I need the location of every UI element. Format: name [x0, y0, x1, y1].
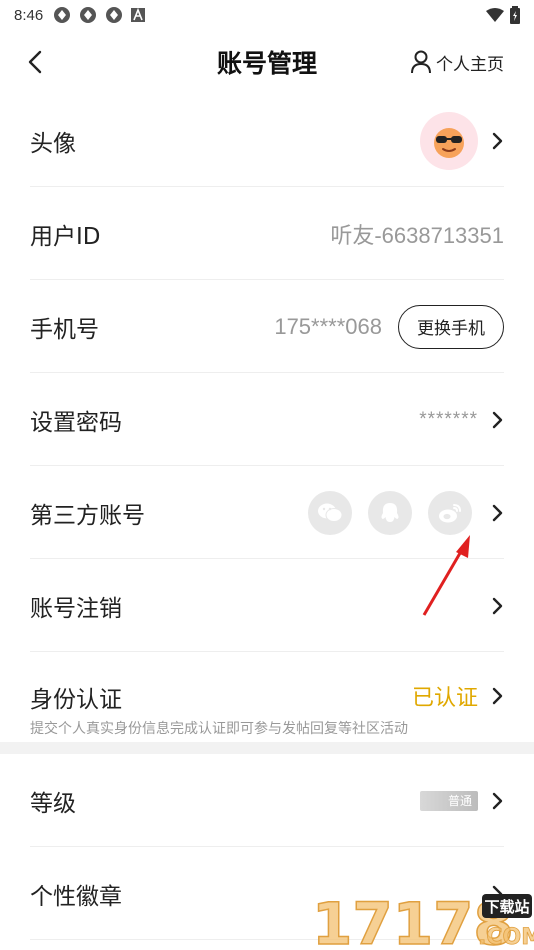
row-verification[interactable]: 身份认证 已认证 提交个人真实身份信息完成认证即可参与发帖回复等社区活动 — [0, 652, 534, 742]
watermark-suffix: .COM — [478, 925, 534, 950]
row-level[interactable]: 等级 普通 — [0, 754, 534, 847]
row-label: 等级 — [30, 790, 76, 817]
qq-icon — [381, 502, 399, 522]
notification-app-icon — [54, 7, 71, 23]
notification-a-icon — [131, 8, 146, 22]
watermark-tag: 下载站 — [484, 898, 529, 916]
chevron-right-icon — [492, 792, 503, 809]
wechat-icon — [318, 503, 343, 522]
chevron-right-icon — [492, 504, 503, 521]
row-label: 身份认证 — [30, 687, 122, 713]
section-divider — [0, 742, 534, 754]
change-phone-button[interactable]: 更换手机 — [398, 304, 504, 349]
battery-icon — [510, 6, 520, 24]
row-password[interactable]: 设置密码 ******* — [0, 373, 534, 466]
avatar[interactable] — [420, 111, 478, 170]
row-label: 用户ID — [30, 223, 101, 250]
row-label: 头像 — [30, 130, 76, 157]
site-watermark: 17178 下载站 .COM — [311, 889, 534, 950]
chevron-right-icon — [492, 687, 503, 705]
chevron-right-icon — [492, 132, 503, 149]
row-label: 第三方账号 — [30, 502, 145, 529]
sunglasses-emoji-icon — [434, 127, 464, 158]
back-chevron-icon[interactable] — [22, 48, 50, 76]
level-badge-label: 普通 — [447, 794, 472, 808]
weibo-button[interactable] — [428, 490, 472, 535]
notification-app-icon — [80, 7, 97, 23]
phone-value: 175****068 — [274, 313, 382, 339]
chevron-right-icon — [492, 411, 503, 428]
wechat-button[interactable] — [308, 490, 352, 535]
top-nav: 账号管理 个人主页 — [0, 30, 534, 94]
chevron-right-icon — [492, 597, 503, 614]
profile-home-link[interactable]: 个人主页 — [410, 50, 504, 75]
row-user-id: 用户ID 听友-6638713351 — [0, 187, 534, 280]
row-third-party[interactable]: 第三方账号 — [0, 466, 534, 559]
row-label: 设置密码 — [30, 409, 122, 436]
row-cancel-account[interactable]: 账号注销 — [0, 559, 534, 652]
row-label: 手机号 — [30, 316, 99, 343]
profile-home-label: 个人主页 — [436, 54, 504, 75]
row-label: 账号注销 — [30, 595, 122, 622]
notification-app-icon — [106, 7, 123, 23]
row-phone: 手机号 175****068 更换手机 — [0, 280, 534, 373]
level-badge: 普通 — [420, 790, 478, 811]
person-icon — [411, 50, 431, 74]
row-avatar[interactable]: 头像 — [0, 94, 534, 187]
row-label: 个性徽章 — [30, 883, 122, 910]
verification-hint: 提交个人真实身份信息完成认证即可参与发帖回复等社区活动 — [30, 721, 408, 737]
password-mask: ******* — [419, 408, 478, 430]
status-bar: 8:46 — [0, 0, 534, 30]
verification-status: 已认证 — [411, 686, 478, 711]
qq-button[interactable] — [368, 490, 412, 535]
weibo-icon — [439, 503, 461, 522]
account-settings-list: 头像 用户ID 听友-6638713351 手机号 175****068 更换手… — [0, 94, 534, 940]
user-id-value: 听友-6638713351 — [330, 222, 504, 248]
wifi-icon — [486, 8, 504, 22]
status-time: 8:46 — [14, 6, 44, 24]
notification-icons — [53, 6, 146, 24]
system-status-icons — [486, 6, 520, 24]
